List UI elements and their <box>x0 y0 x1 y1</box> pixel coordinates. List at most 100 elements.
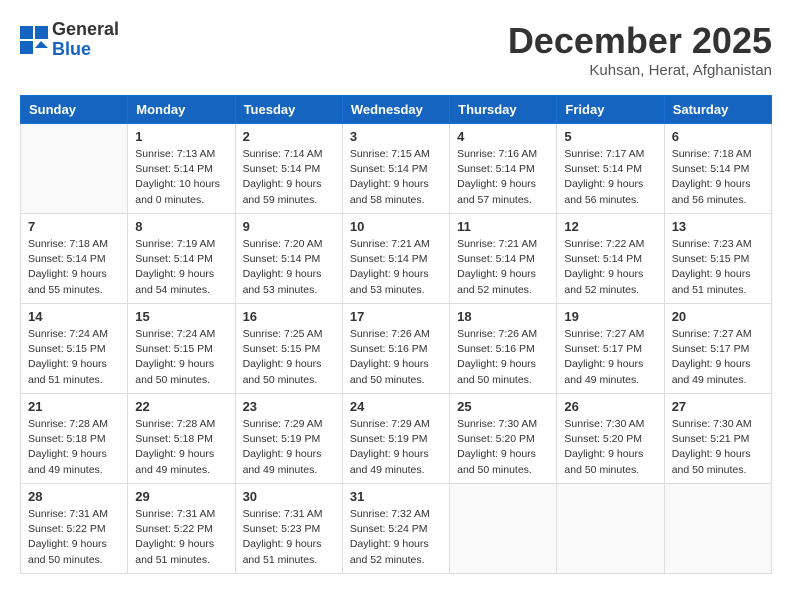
day-info: Sunrise: 7:27 AMSunset: 5:17 PMDaylight:… <box>564 327 656 388</box>
calendar-cell: 29 Sunrise: 7:31 AMSunset: 5:22 PMDayligh… <box>128 484 235 574</box>
calendar-cell: 11 Sunrise: 7:21 AMSunset: 5:14 PMDayligh… <box>450 214 557 304</box>
day-number: 6 <box>672 129 764 144</box>
day-number: 10 <box>350 219 442 234</box>
day-info: Sunrise: 7:19 AMSunset: 5:14 PMDaylight:… <box>135 237 227 298</box>
calendar-cell: 4Sunrise: 7:16 AMSunset: 5:14 PMDaylight… <box>450 124 557 214</box>
day-info: Sunrise: 7:20 AMSunset: 5:14 PMDaylight:… <box>243 237 335 298</box>
day-info: Sunrise: 7:30 AMSunset: 5:21 PMDaylight:… <box>672 417 764 478</box>
day-info: Sunrise: 7:22 AMSunset: 5:14 PMDaylight:… <box>564 237 656 298</box>
day-info: Sunrise: 7:29 AMSunset: 5:19 PMDaylight:… <box>243 417 335 478</box>
day-number: 22 <box>135 399 227 414</box>
day-number: 27 <box>672 399 764 414</box>
weekday-header-friday: Friday <box>557 96 664 124</box>
calendar-week-row: 14 Sunrise: 7:24 AMSunset: 5:15 PMDayligh… <box>21 304 772 394</box>
location-title: Kuhsan, Herat, Afghanistan <box>508 62 772 79</box>
day-number: 16 <box>243 309 335 324</box>
calendar: SundayMondayTuesdayWednesdayThursdayFrid… <box>20 95 772 574</box>
day-number: 1 <box>135 129 227 144</box>
day-number: 21 <box>28 399 120 414</box>
calendar-cell: 25 Sunrise: 7:30 AMSunset: 5:20 PMDayligh… <box>450 394 557 484</box>
day-number: 20 <box>672 309 764 324</box>
header: General Blue December 2025 Kuhsan, Herat… <box>20 20 772 79</box>
weekday-header-wednesday: Wednesday <box>342 96 449 124</box>
day-info: Sunrise: 7:24 AMSunset: 5:15 PMDaylight:… <box>135 327 227 388</box>
calendar-cell: 17Sunrise: 7:26 AMSunset: 5:16 PMDayligh… <box>342 304 449 394</box>
day-number: 12 <box>564 219 656 234</box>
day-number: 5 <box>564 129 656 144</box>
calendar-cell: 30Sunrise: 7:31 AMSunset: 5:23 PMDayligh… <box>235 484 342 574</box>
day-number: 26 <box>564 399 656 414</box>
calendar-cell: 20 Sunrise: 7:27 AMSunset: 5:17 PMDayligh… <box>664 304 771 394</box>
day-info: Sunrise: 7:24 AMSunset: 5:15 PMDaylight:… <box>28 327 120 388</box>
logo-text: General Blue <box>52 20 119 60</box>
day-number: 14 <box>28 309 120 324</box>
logo-icon <box>20 26 48 54</box>
day-info: Sunrise: 7:17 AMSunset: 5:14 PMDaylight:… <box>564 147 656 208</box>
day-number: 7 <box>28 219 120 234</box>
day-info: Sunrise: 7:30 AMSunset: 5:20 PMDaylight:… <box>564 417 656 478</box>
calendar-cell: 1 Sunrise: 7:13 AMSunset: 5:14 PMDaylight… <box>128 124 235 214</box>
day-info: Sunrise: 7:23 AMSunset: 5:15 PMDaylight:… <box>672 237 764 298</box>
day-info: Sunrise: 7:25 AMSunset: 5:15 PMDaylight:… <box>243 327 335 388</box>
calendar-week-row: 7 Sunrise: 7:18 AMSunset: 5:14 PMDaylight… <box>21 214 772 304</box>
calendar-cell: 19Sunrise: 7:27 AMSunset: 5:17 PMDayligh… <box>557 304 664 394</box>
weekday-header-thursday: Thursday <box>450 96 557 124</box>
calendar-cell: 23 Sunrise: 7:29 AMSunset: 5:19 PMDayligh… <box>235 394 342 484</box>
calendar-cell: 22Sunrise: 7:28 AMSunset: 5:18 PMDayligh… <box>128 394 235 484</box>
weekday-header-tuesday: Tuesday <box>235 96 342 124</box>
calendar-week-row: 28 Sunrise: 7:31 AMSunset: 5:22 PMDayligh… <box>21 484 772 574</box>
day-number: 9 <box>243 219 335 234</box>
day-number: 2 <box>243 129 335 144</box>
day-info: Sunrise: 7:32 AMSunset: 5:24 PMDaylight:… <box>350 507 442 568</box>
day-number: 8 <box>135 219 227 234</box>
day-info: Sunrise: 7:27 AMSunset: 5:17 PMDaylight:… <box>672 327 764 388</box>
day-info: Sunrise: 7:15 AMSunset: 5:14 PMDaylight:… <box>350 147 442 208</box>
day-number: 23 <box>243 399 335 414</box>
calendar-cell: 14 Sunrise: 7:24 AMSunset: 5:15 PMDayligh… <box>21 304 128 394</box>
weekday-header-monday: Monday <box>128 96 235 124</box>
calendar-cell: 31 Sunrise: 7:32 AMSunset: 5:24 PMDayligh… <box>342 484 449 574</box>
calendar-cell: 10 Sunrise: 7:21 AMSunset: 5:14 PMDayligh… <box>342 214 449 304</box>
month-title: December 2025 <box>508 20 772 62</box>
day-info: Sunrise: 7:21 AMSunset: 5:14 PMDaylight:… <box>457 237 549 298</box>
calendar-cell: 3Sunrise: 7:15 AMSunset: 5:14 PMDaylight… <box>342 124 449 214</box>
calendar-cell: 5 Sunrise: 7:17 AMSunset: 5:14 PMDaylight… <box>557 124 664 214</box>
calendar-cell <box>450 484 557 574</box>
day-info: Sunrise: 7:31 AMSunset: 5:22 PMDaylight:… <box>28 507 120 568</box>
day-number: 31 <box>350 489 442 504</box>
title-area: December 2025 Kuhsan, Herat, Afghanistan <box>508 20 772 79</box>
calendar-cell: 26 Sunrise: 7:30 AMSunset: 5:20 PMDayligh… <box>557 394 664 484</box>
weekday-header-sunday: Sunday <box>21 96 128 124</box>
day-info: Sunrise: 7:31 AMSunset: 5:23 PMDaylight:… <box>243 507 335 568</box>
day-info: Sunrise: 7:18 AMSunset: 5:14 PMDaylight:… <box>672 147 764 208</box>
calendar-week-row: 21Sunrise: 7:28 AMSunset: 5:18 PMDayligh… <box>21 394 772 484</box>
day-number: 25 <box>457 399 549 414</box>
calendar-cell: 24 Sunrise: 7:29 AMSunset: 5:19 PMDayligh… <box>342 394 449 484</box>
calendar-cell: 16 Sunrise: 7:25 AMSunset: 5:15 PMDayligh… <box>235 304 342 394</box>
day-number: 4 <box>457 129 549 144</box>
weekday-header-row: SundayMondayTuesdayWednesdayThursdayFrid… <box>21 96 772 124</box>
day-info: Sunrise: 7:29 AMSunset: 5:19 PMDaylight:… <box>350 417 442 478</box>
calendar-cell: 2Sunrise: 7:14 AMSunset: 5:14 PMDaylight… <box>235 124 342 214</box>
day-info: Sunrise: 7:31 AMSunset: 5:22 PMDaylight:… <box>135 507 227 568</box>
calendar-cell: 6 Sunrise: 7:18 AMSunset: 5:14 PMDaylight… <box>664 124 771 214</box>
day-number: 13 <box>672 219 764 234</box>
day-info: Sunrise: 7:26 AMSunset: 5:16 PMDaylight:… <box>457 327 549 388</box>
day-info: Sunrise: 7:30 AMSunset: 5:20 PMDaylight:… <box>457 417 549 478</box>
day-number: 11 <box>457 219 549 234</box>
calendar-cell: 21Sunrise: 7:28 AMSunset: 5:18 PMDayligh… <box>21 394 128 484</box>
day-info: Sunrise: 7:21 AMSunset: 5:14 PMDaylight:… <box>350 237 442 298</box>
calendar-cell: 15Sunrise: 7:24 AMSunset: 5:15 PMDayligh… <box>128 304 235 394</box>
calendar-cell <box>664 484 771 574</box>
day-number: 28 <box>28 489 120 504</box>
calendar-cell: 9 Sunrise: 7:20 AMSunset: 5:14 PMDaylight… <box>235 214 342 304</box>
weekday-header-saturday: Saturday <box>664 96 771 124</box>
calendar-cell: 7 Sunrise: 7:18 AMSunset: 5:14 PMDaylight… <box>21 214 128 304</box>
calendar-cell: 13 Sunrise: 7:23 AMSunset: 5:15 PMDayligh… <box>664 214 771 304</box>
calendar-cell: 12 Sunrise: 7:22 AMSunset: 5:14 PMDayligh… <box>557 214 664 304</box>
day-info: Sunrise: 7:13 AMSunset: 5:14 PMDaylight:… <box>135 147 227 208</box>
day-info: Sunrise: 7:18 AMSunset: 5:14 PMDaylight:… <box>28 237 120 298</box>
day-number: 24 <box>350 399 442 414</box>
day-number: 29 <box>135 489 227 504</box>
day-number: 18 <box>457 309 549 324</box>
